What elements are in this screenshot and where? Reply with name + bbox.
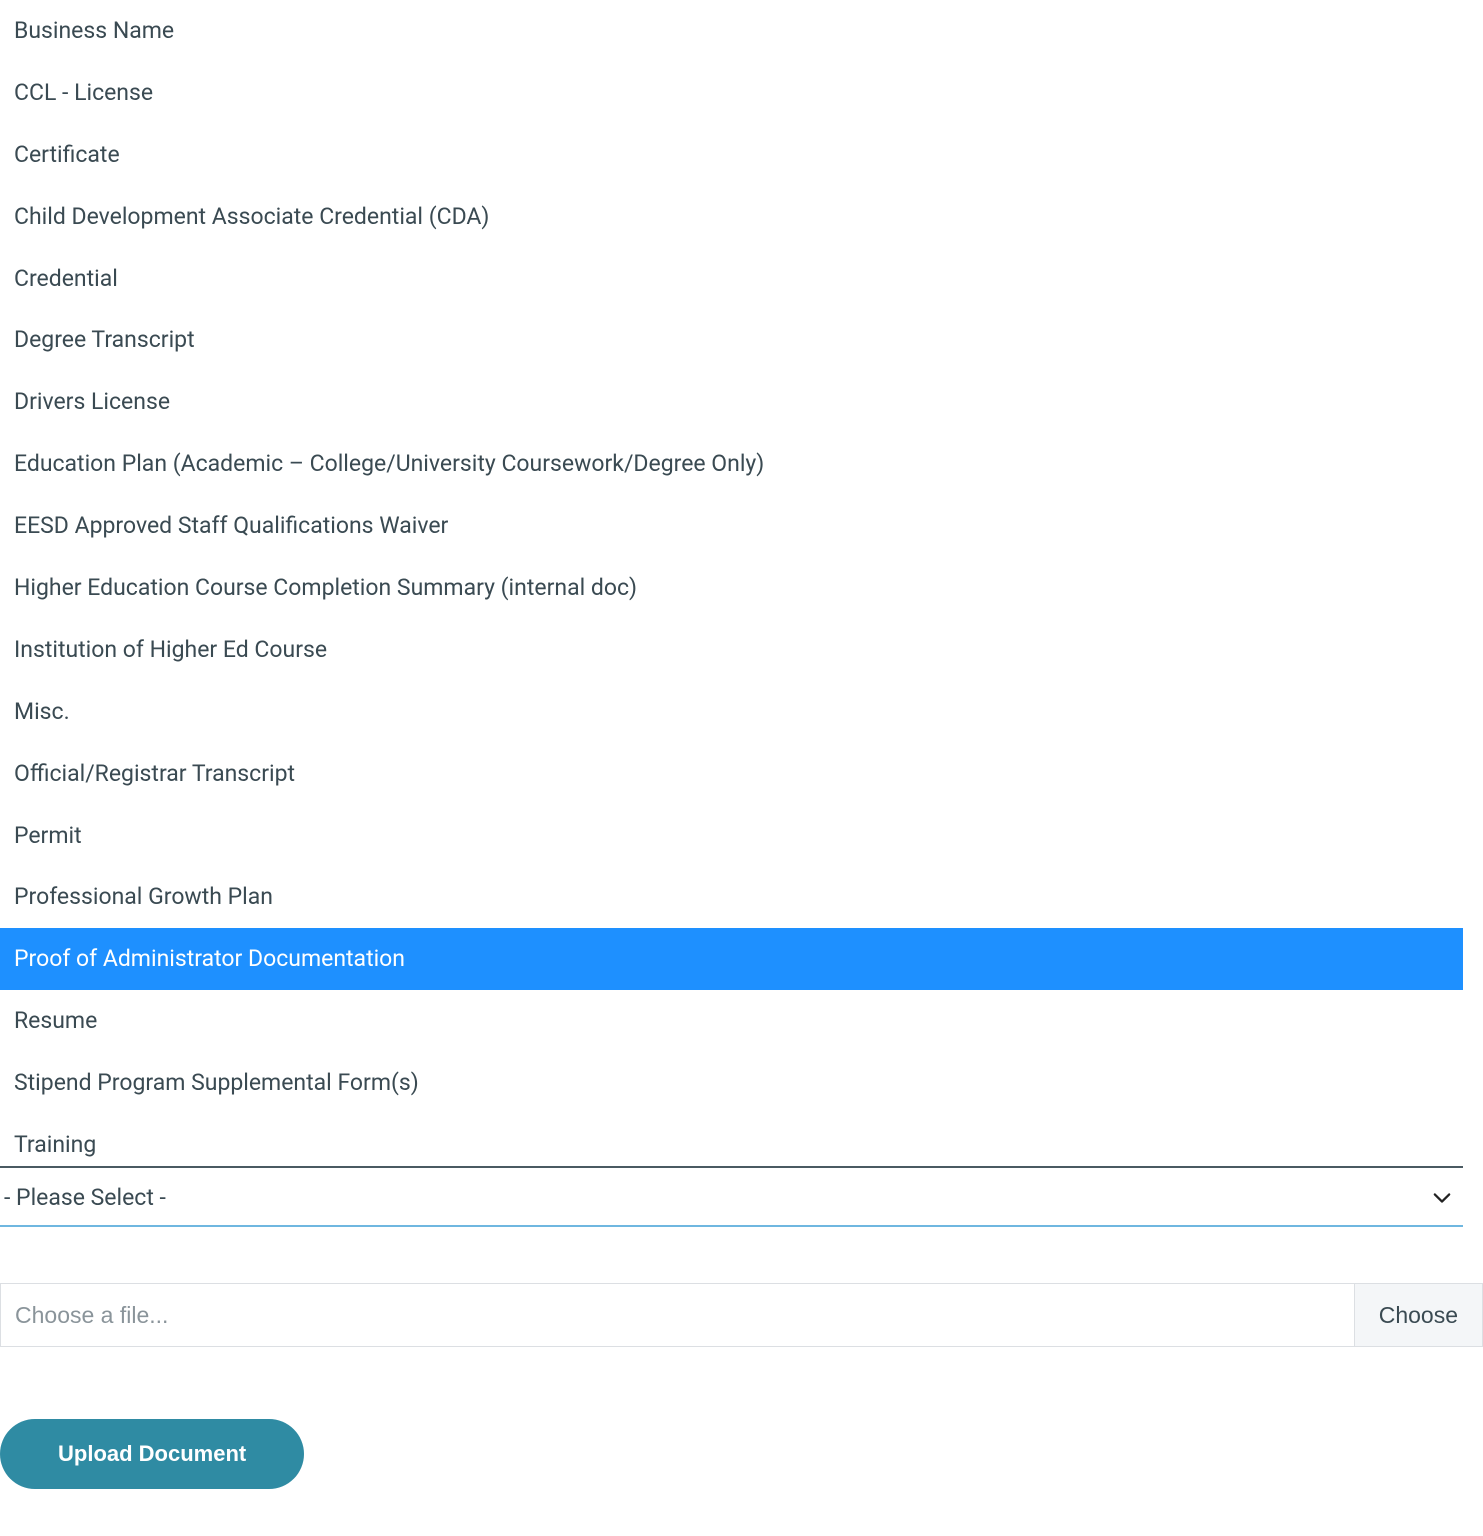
file-chooser-row: Choose (0, 1283, 1483, 1347)
secondary-select-placeholder: - Please Select - (4, 1184, 166, 1211)
dropdown-item[interactable]: Higher Education Course Completion Summa… (0, 557, 1463, 619)
dropdown-item[interactable]: Degree Transcript (0, 309, 1463, 371)
secondary-select[interactable]: - Please Select - (0, 1168, 1463, 1227)
dropdown-item[interactable]: CCL - License (0, 62, 1463, 124)
dropdown-item[interactable]: Institution of Higher Ed Course (0, 619, 1463, 681)
dropdown-item[interactable]: Official/Registrar Transcript (0, 743, 1463, 805)
dropdown-item[interactable]: Credential (0, 248, 1463, 310)
dropdown-item[interactable]: Proof of Administrator Documentation (0, 928, 1463, 990)
dropdown-item[interactable]: Training (0, 1114, 1463, 1168)
dropdown-item[interactable]: Education Plan (Academic – College/Unive… (0, 433, 1463, 495)
file-path-input[interactable] (1, 1284, 1354, 1346)
dropdown-item[interactable]: Resume (0, 990, 1463, 1052)
dropdown-item[interactable]: Professional Growth Plan (0, 866, 1463, 928)
dropdown-item[interactable]: Permit (0, 805, 1463, 867)
document-type-dropdown-list[interactable]: Business NameCCL - LicenseCertificateChi… (0, 0, 1463, 1168)
chevron-down-icon (1431, 1187, 1453, 1209)
dropdown-item[interactable]: Drivers License (0, 371, 1463, 433)
dropdown-item[interactable]: Stipend Program Supplemental Form(s) (0, 1052, 1463, 1114)
dropdown-item[interactable]: Certificate (0, 124, 1463, 186)
choose-file-button[interactable]: Choose (1354, 1284, 1482, 1346)
dropdown-item[interactable]: EESD Approved Staff Qualifications Waive… (0, 495, 1463, 557)
upload-document-button[interactable]: Upload Document (0, 1419, 304, 1489)
dropdown-item[interactable]: Business Name (0, 0, 1463, 62)
dropdown-item[interactable]: Child Development Associate Credential (… (0, 186, 1463, 248)
dropdown-item[interactable]: Misc. (0, 681, 1463, 743)
